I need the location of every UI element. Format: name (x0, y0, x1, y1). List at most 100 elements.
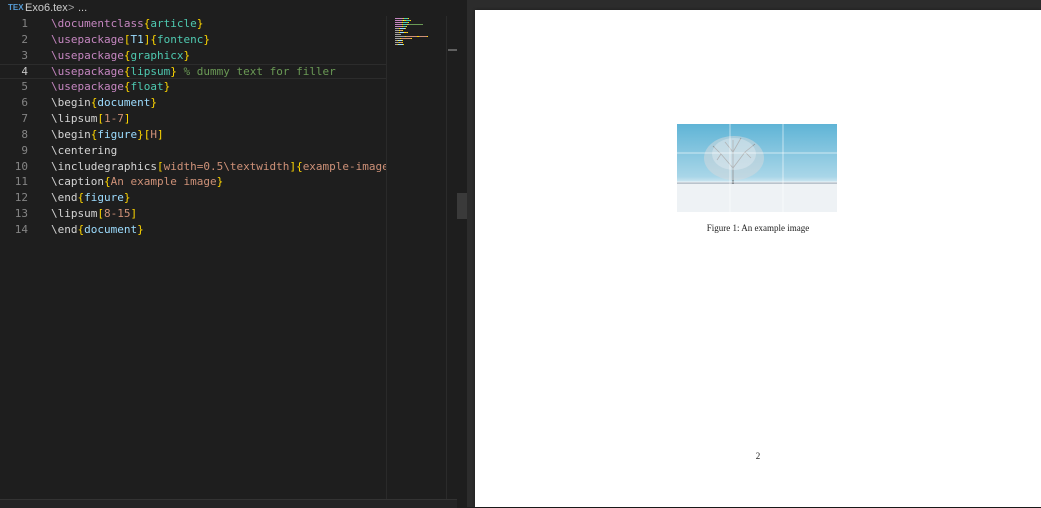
line-text[interactable]: \usepackage{graphicx} (51, 48, 190, 64)
line-text[interactable]: \usepackage[T1]{fontenc} (51, 32, 210, 48)
code-token: 1-7 (103, 112, 124, 126)
breadcrumb-more[interactable]: ... (78, 0, 87, 16)
code-editor[interactable]: TEX Exo6.tex > ... 1 \documentclass{artic… (0, 0, 458, 508)
line-text[interactable]: \centering (51, 143, 117, 159)
figure-image-svg (677, 124, 837, 212)
pdf-page: Figure 1: An example image 2 (475, 10, 1041, 507)
line-number: 3 (21, 48, 28, 62)
code-line[interactable]: 2 \usepackage[T1]{fontenc} (0, 32, 386, 48)
minimap-token (408, 18, 409, 19)
minimap-token (395, 26, 402, 27)
code-token: figure (97, 127, 138, 141)
minimap[interactable] (386, 16, 447, 500)
line-number: 2 (21, 32, 28, 46)
code-token: } (163, 80, 171, 94)
code-token: { (103, 175, 111, 189)
page-number: 2 (755, 451, 761, 461)
line-number: 6 (21, 96, 28, 110)
line-text[interactable]: \begin{document} (51, 95, 157, 111)
code-line[interactable]: 1 \documentclass{article} (0, 16, 386, 32)
code-line[interactable]: 8 \begin{figure}[H] (0, 127, 386, 143)
line-number: 7 (21, 112, 28, 126)
minimap-token (409, 24, 423, 25)
line-text[interactable]: \lipsum[1-7] (51, 111, 130, 127)
minimap-token (402, 30, 403, 31)
line-number: 1 (21, 17, 28, 30)
code-token: } (216, 175, 224, 189)
minimap-token (395, 36, 405, 37)
line-text[interactable]: \includegraphics[width=0.5\textwidth]{ex… (51, 159, 395, 175)
code-line[interactable]: 9 \centering (0, 143, 386, 159)
pane-splitter[interactable] (457, 0, 467, 507)
line-text[interactable]: \end{figure} (51, 190, 131, 206)
line-number: 9 (21, 143, 28, 157)
code-token: [ (97, 112, 104, 126)
figure-caption: Figure 1: An example image (706, 223, 810, 233)
code-line[interactable]: 3 \usepackage{graphicx} (0, 48, 386, 64)
line-number: 5 (21, 80, 28, 94)
code-token: [ (97, 207, 104, 221)
code-token: document (97, 96, 151, 110)
code-token: figure (84, 191, 124, 205)
code-line[interactable]: 11 \caption{An example image} (0, 174, 386, 190)
code-token: [ (156, 159, 164, 173)
code-token: document (84, 222, 138, 236)
code-token: } (150, 96, 157, 110)
minimap-token (395, 34, 401, 35)
minimap-token (395, 20, 402, 21)
code-line[interactable]: 7 \lipsum[1-7] (0, 111, 386, 127)
code-token: ] (130, 207, 138, 221)
line-text[interactable]: \begin{figure}[H] (51, 127, 164, 143)
code-token: float (130, 80, 164, 94)
minimap-token (395, 22, 402, 23)
code-line[interactable]: 12 \end{figure} (0, 190, 386, 206)
minimap-token (406, 26, 407, 27)
minimap-token (406, 36, 417, 37)
line-number: 10 (14, 159, 28, 173)
minimap-token (427, 36, 428, 37)
code-token: { (150, 32, 157, 46)
pdf-viewer[interactable]: Figure 1: An example image 2 (467, 0, 1041, 507)
code-line[interactable]: 4 \usepackage{lipsum} % dummy text for fi… (0, 63, 386, 80)
minimap-token (403, 44, 404, 45)
breadcrumb: TEX Exo6.tex > ... (0, 0, 457, 16)
tex-file-icon: TEX (8, 3, 24, 12)
code-line[interactable]: 6 \begin{document} (0, 95, 386, 111)
code-token: example-image (302, 159, 389, 173)
code-token: \usepackage (51, 32, 124, 46)
line-text[interactable]: \end{document} (51, 222, 144, 238)
line-text[interactable]: \lipsum[8-15] (51, 206, 137, 222)
line-text[interactable]: \documentclass{article} (51, 16, 203, 32)
minimap-token (402, 42, 403, 43)
code-token: \usepackage (51, 80, 124, 94)
line-text[interactable]: \usepackage{float} (51, 79, 170, 95)
breadcrumb-filename[interactable]: Exo6.tex (25, 0, 68, 16)
code-token: \begin (51, 127, 91, 141)
minimap-token (410, 20, 411, 21)
code-line[interactable]: 14 \end{document} (0, 222, 386, 238)
code-line[interactable]: 10 \includegraphics[width=0.5\textwidth]{… (0, 159, 396, 175)
code-token: \documentclass (51, 17, 144, 30)
code-token: fontenc (156, 32, 204, 46)
minimap-token (395, 18, 403, 19)
code-token: article (150, 17, 197, 30)
code-token: \caption (51, 175, 104, 189)
code-token: H (150, 127, 157, 141)
code-token: ] (157, 127, 164, 141)
code-token: \end (51, 191, 78, 205)
minimap-token (411, 38, 412, 39)
minimap-token (407, 32, 408, 33)
line-text[interactable]: \caption{An example image} (51, 174, 223, 190)
code-token: 8-15 (103, 207, 131, 221)
code-area[interactable]: 1 \documentclass{article} 2 \usepackage[T1]… (0, 16, 396, 238)
minimap-token (401, 38, 411, 39)
code-token: graphicx (130, 48, 184, 62)
line-text[interactable]: \usepackage{lipsum} % dummy text for fil… (51, 65, 336, 79)
code-line[interactable]: 13 \lipsum[8-15] (0, 206, 386, 222)
line-number: 11 (14, 175, 28, 189)
code-line[interactable]: 5 \usepackage{float} (0, 79, 386, 95)
code-token: } (183, 48, 191, 62)
splitter-handle[interactable] (457, 193, 467, 219)
code-token: \lipsum (51, 112, 98, 126)
breadcrumb-chevron-icon: > (68, 2, 75, 14)
